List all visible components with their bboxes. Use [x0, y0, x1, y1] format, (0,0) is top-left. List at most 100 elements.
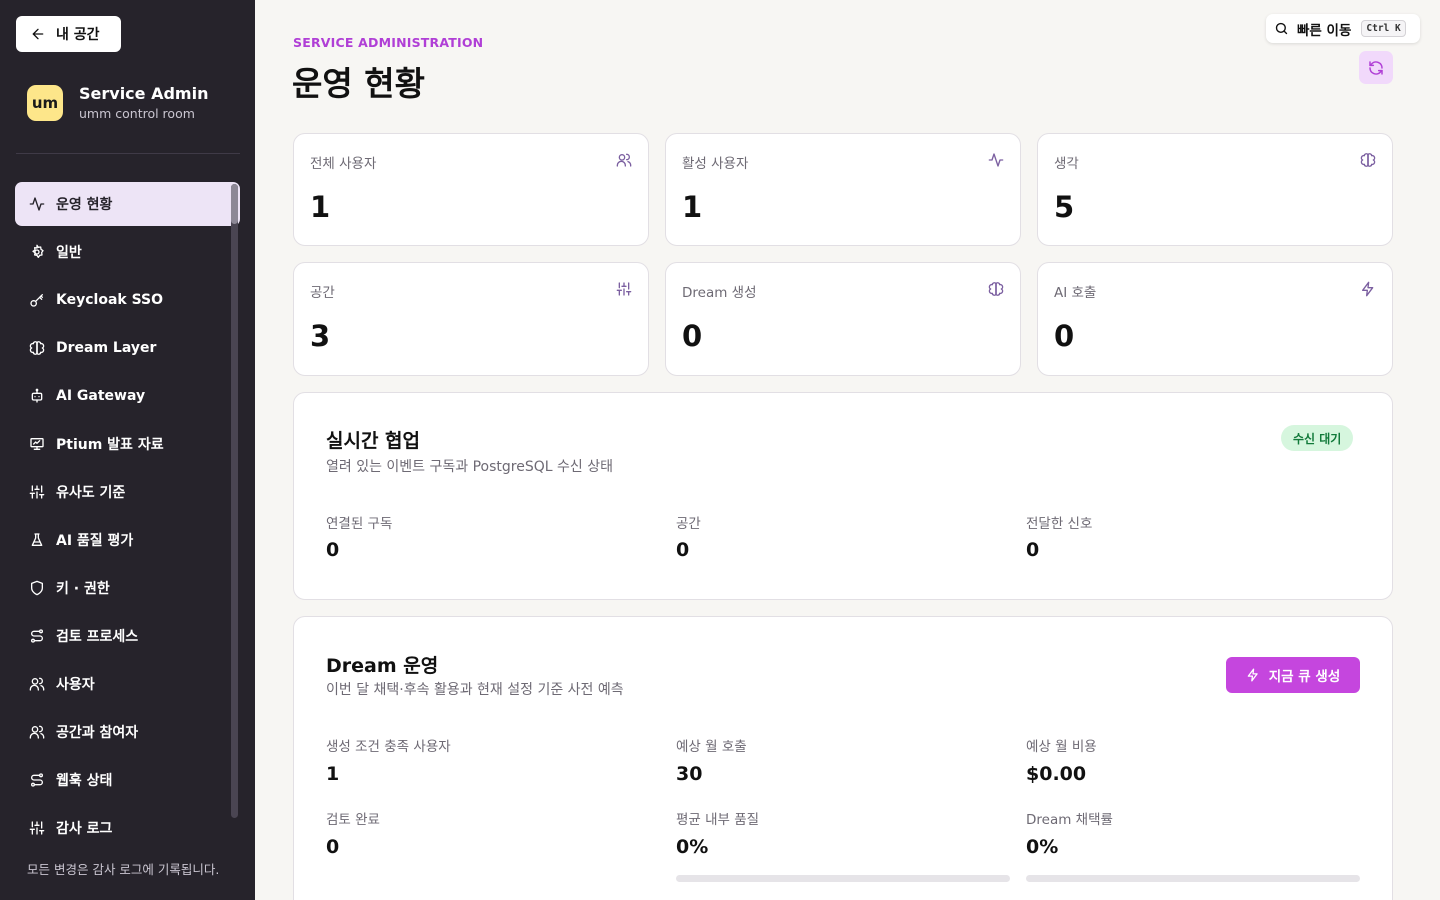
stat-card-total-users: 전체 사용자 1 — [293, 133, 649, 246]
arrow-left-icon — [32, 28, 44, 40]
sidebar-item-webhook-status[interactable]: 웹훅 상태 — [15, 758, 240, 802]
sliders-icon — [29, 821, 45, 835]
sidebar-item-label: 일반 — [56, 245, 82, 261]
brain-icon — [988, 282, 1004, 296]
brand: um Service Admin umm control room — [27, 84, 208, 121]
stat-card-ai-calls: AI 호출 0 — [1037, 262, 1393, 376]
metric-label: 전달한 신호 — [1026, 516, 1093, 532]
stat-card-dream-generated: Dream 생성 0 — [665, 262, 1021, 376]
sidebar-item-label: 유사도 기준 — [56, 485, 126, 501]
sidebar-item-keys-permissions[interactable]: 키 · 권한 — [15, 566, 240, 610]
users-icon — [616, 153, 632, 167]
brain-icon — [1360, 153, 1376, 167]
sidebar-item-ptium-slides[interactable]: Ptium 발표 자료 — [15, 422, 240, 466]
metric-label: 검토 완료 — [326, 812, 380, 828]
bot-icon — [31, 388, 43, 403]
sidebar-item-label: 감사 로그 — [56, 821, 113, 837]
page-title: 운영 현황 — [292, 64, 425, 103]
metric-label: 생성 조건 충족 사용자 — [326, 739, 451, 755]
stat-value: 1 — [310, 190, 331, 224]
sidebar-nav: 운영 현황 일반 Keycloak SSO Dream Layer AI Gat… — [15, 182, 240, 854]
stat-value: 5 — [1054, 190, 1075, 224]
stat-label: 활성 사용자 — [682, 156, 749, 172]
quick-jump-shortcut: Ctrl K — [1361, 20, 1406, 37]
metric-value: $0.00 — [1026, 763, 1087, 785]
stat-label: Dream 생성 — [682, 285, 757, 301]
sidebar-item-label: AI Gateway — [56, 388, 146, 404]
activity-icon — [988, 153, 1004, 167]
sliders-icon — [616, 282, 632, 296]
shield-icon — [31, 580, 43, 596]
sidebar-item-review-process[interactable]: 검토 프로세스 — [15, 614, 240, 658]
sidebar-divider — [16, 153, 240, 154]
sidebar-item-dream-layer[interactable]: Dream Layer — [15, 326, 240, 370]
section-title: Dream 운영 — [326, 655, 439, 677]
dream-ops-panel: Dream 운영 이번 달 채택·후속 활용과 현재 설정 기준 사전 예측 지… — [293, 616, 1393, 900]
refresh-button[interactable] — [1359, 51, 1393, 84]
users-icon — [29, 677, 45, 691]
sidebar-item-spaces-participants[interactable]: 공간과 참여자 — [15, 710, 240, 754]
sidebar-item-operations-status[interactable]: 운영 현황 — [15, 182, 240, 226]
back-to-my-space-button[interactable]: 내 공간 — [16, 16, 121, 52]
search-icon — [1275, 22, 1288, 35]
sidebar-footer-note: 모든 변경은 감사 로그에 기록됩니다. — [27, 862, 220, 877]
metric-value: 0% — [1026, 836, 1059, 858]
metric-value: 0 — [676, 539, 690, 561]
sidebar-item-ai-quality[interactable]: AI 품질 평가 — [15, 518, 240, 562]
sidebar-item-label: Ptium 발표 자료 — [56, 437, 164, 453]
section-subtitle: 열려 있는 이벤트 구독과 PostgreSQL 수신 상태 — [326, 459, 613, 475]
generate-queue-label: 지금 큐 생성 — [1268, 669, 1341, 685]
users-icon — [29, 725, 45, 739]
stat-value: 0 — [1054, 319, 1075, 353]
zap-icon — [1362, 281, 1374, 297]
metric-label: 연결된 구독 — [326, 516, 393, 532]
sidebar: 내 공간 um Service Admin umm control room 운… — [0, 0, 255, 900]
realtime-collab-panel: 실시간 협업 열려 있는 이벤트 구독과 PostgreSQL 수신 상태 수신… — [293, 392, 1393, 600]
key-icon — [30, 294, 43, 307]
generate-queue-button[interactable]: 지금 큐 생성 — [1226, 657, 1360, 693]
section-title: 실시간 협업 — [326, 430, 421, 452]
route-icon — [31, 773, 43, 787]
sidebar-item-label: Dream Layer — [56, 340, 157, 356]
adoption-progress-bar — [1026, 875, 1360, 882]
sidebar-item-keycloak-sso[interactable]: Keycloak SSO — [15, 278, 240, 322]
metric-label: 평균 내부 품질 — [676, 812, 760, 828]
sidebar-item-similarity-threshold[interactable]: 유사도 기준 — [15, 470, 240, 514]
quick-jump-button[interactable]: 빠른 이동 Ctrl K — [1266, 14, 1420, 43]
stat-value: 0 — [682, 319, 703, 353]
sidebar-scrollbar-thumb[interactable] — [231, 184, 238, 224]
sidebar-item-general[interactable]: 일반 — [15, 230, 240, 274]
presentation-icon — [30, 438, 44, 450]
metric-label: 공간 — [676, 516, 701, 532]
metric-label: 예상 월 호출 — [676, 739, 747, 755]
sliders-icon — [29, 485, 45, 499]
stat-card-thoughts: 생각 5 — [1037, 133, 1393, 246]
metric-value: 0 — [326, 539, 340, 561]
refresh-icon — [1369, 60, 1383, 75]
metric-value: 0 — [1026, 539, 1040, 561]
metric-value: 1 — [326, 763, 340, 785]
stat-label: 생각 — [1054, 156, 1079, 172]
sidebar-item-label: 공간과 참여자 — [56, 725, 139, 741]
back-button-label: 내 공간 — [56, 27, 100, 43]
sidebar-item-audit-log[interactable]: 감사 로그 — [15, 806, 240, 850]
metric-value: 0 — [326, 836, 340, 858]
page-eyebrow: SERVICE ADMINISTRATION — [293, 35, 484, 50]
route-icon — [31, 629, 43, 643]
quality-progress-bar — [676, 875, 1010, 882]
stat-value: 3 — [310, 319, 331, 353]
stat-label: AI 호출 — [1054, 285, 1097, 301]
sidebar-item-label: 사용자 — [56, 677, 95, 693]
stat-label: 전체 사용자 — [310, 156, 377, 172]
status-badge: 수신 대기 — [1281, 425, 1354, 451]
sidebar-scrollbar-track[interactable] — [231, 184, 238, 818]
sidebar-item-ai-gateway[interactable]: AI Gateway — [15, 374, 240, 418]
stat-card-active-users: 활성 사용자 1 — [665, 133, 1021, 246]
metric-label: 예상 월 비용 — [1026, 739, 1097, 755]
gear-icon — [32, 244, 44, 258]
zap-icon — [1247, 668, 1258, 682]
sidebar-item-users[interactable]: 사용자 — [15, 662, 240, 706]
brain-icon — [29, 341, 45, 355]
stat-label: 공간 — [310, 285, 335, 301]
metric-label: Dream 채택률 — [1026, 812, 1113, 828]
